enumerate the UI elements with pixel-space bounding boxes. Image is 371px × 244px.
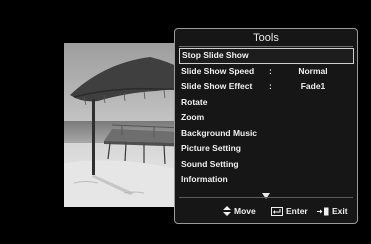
tools-menu: Tools Stop Slide Show Slide Show Speed :…	[174, 28, 358, 224]
enter-label: Enter	[286, 206, 308, 216]
up-down-arrows-icon	[223, 206, 231, 216]
menu-item-picture-setting[interactable]: Picture Setting	[179, 141, 354, 157]
menu-item-background-music[interactable]: Background Music	[179, 126, 354, 142]
menu-item-separator: :	[269, 81, 272, 91]
menu-item-sound-setting[interactable]: Sound Setting	[179, 157, 354, 173]
enter-icon	[271, 206, 283, 216]
menu-item-label: Picture Setting	[181, 143, 241, 153]
footer-divider	[179, 197, 353, 198]
menu-item-slide-show-effect[interactable]: Slide Show Effect : Fade1	[179, 79, 354, 95]
menu-item-label: Zoom	[181, 112, 205, 122]
menu-item-value: Fade1	[300, 81, 326, 91]
tools-menu-list: Stop Slide Show Slide Show Speed : Norma…	[179, 48, 354, 188]
menu-item-label: Stop Slide Show	[182, 50, 249, 60]
move-hint: Move	[223, 204, 256, 218]
exit-label: Exit	[332, 206, 348, 216]
menu-item-label: Background Music	[181, 127, 258, 138]
title-divider	[179, 46, 353, 47]
button-guide: Move Enter Exit	[179, 204, 353, 218]
menu-item-value: Normal	[298, 65, 328, 76]
menu-item-label: Rotate	[181, 96, 208, 107]
exit-icon	[317, 207, 329, 216]
menu-item-zoom[interactable]: Zoom	[179, 110, 354, 126]
menu-item-separator: :	[269, 65, 272, 76]
menu-item-label: Information	[181, 174, 228, 184]
move-label: Move	[234, 206, 256, 216]
menu-item-label: Slide Show Effect	[181, 81, 253, 91]
menu-item-label: Sound Setting	[181, 158, 239, 169]
tv-screen: Tools Stop Slide Show Slide Show Speed :…	[0, 0, 371, 244]
menu-item-stop-slide-show[interactable]: Stop Slide Show	[179, 48, 354, 64]
menu-item-slide-show-speed[interactable]: Slide Show Speed : Normal	[179, 64, 354, 80]
menu-item-label: Slide Show Speed	[181, 65, 255, 76]
enter-hint: Enter	[271, 204, 308, 218]
menu-item-rotate[interactable]: Rotate	[179, 95, 354, 111]
tools-title: Tools	[253, 32, 279, 44]
exit-hint: Exit	[317, 204, 348, 218]
scroll-down-triangle-icon[interactable]	[261, 187, 271, 199]
menu-item-information[interactable]: Information	[179, 172, 354, 188]
